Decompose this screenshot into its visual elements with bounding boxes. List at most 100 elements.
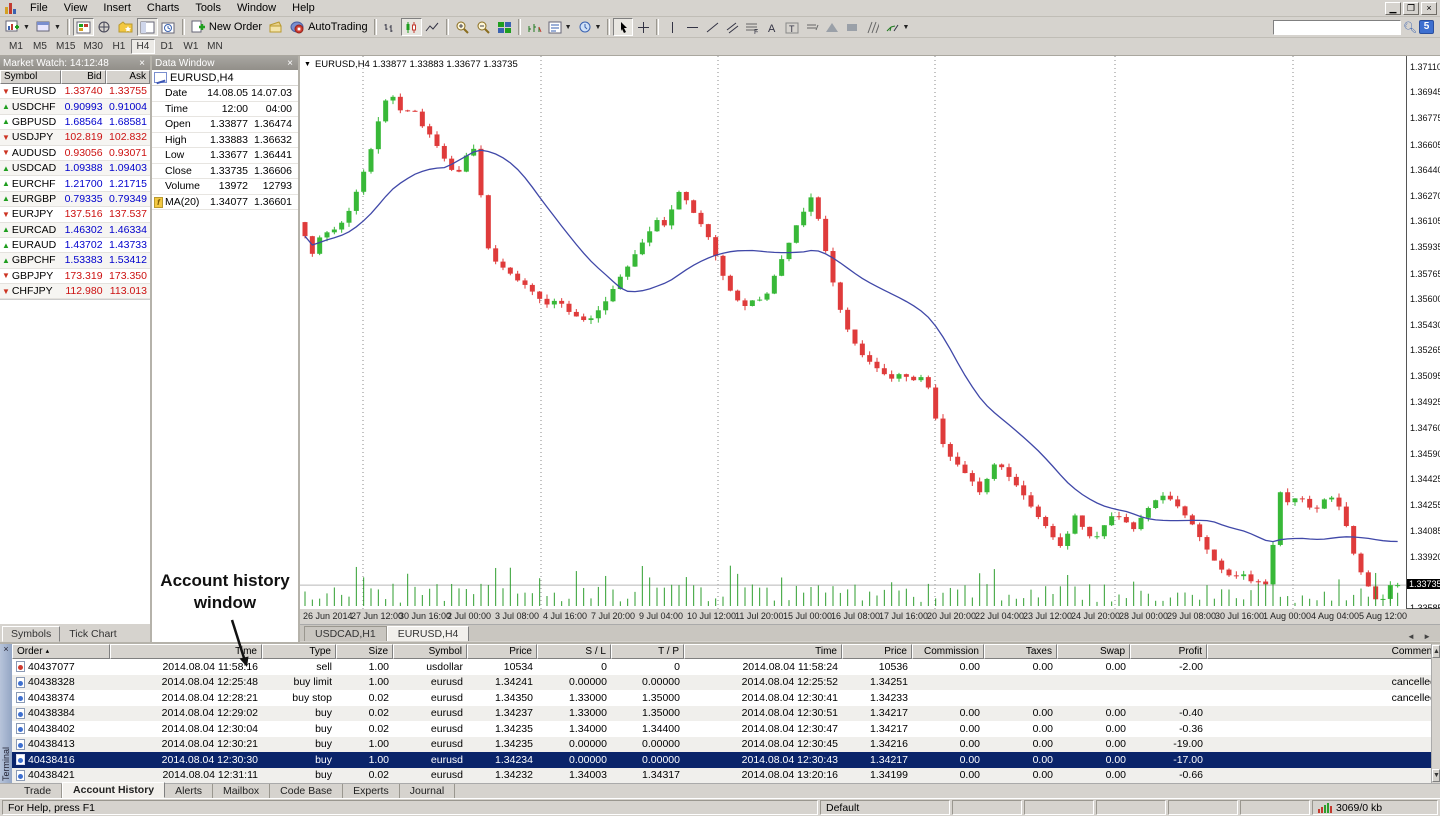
market-watch-row[interactable]: EURUSD 1.33740 1.33755	[0, 84, 150, 99]
mql-wallet-button[interactable]	[265, 18, 287, 36]
trendline-tool[interactable]	[702, 18, 722, 36]
close-icon[interactable]: ×	[3, 644, 8, 656]
terminal-tab[interactable]: Alerts	[165, 784, 213, 799]
search-icon[interactable]: 🔍︎	[1403, 21, 1417, 34]
market-watch-row[interactable]: EURCAD 1.46302 1.46334	[0, 223, 150, 238]
text-tool[interactable]: A	[762, 18, 782, 36]
terminal-column-header[interactable]: Type	[262, 644, 336, 659]
shape-rect-tool[interactable]	[842, 18, 862, 36]
bar-chart-button[interactable]	[380, 18, 401, 36]
terminal-column-header[interactable]: T / P	[611, 644, 684, 659]
terminal-column-header[interactable]: Comment	[1207, 644, 1440, 659]
terminal-scrollbar[interactable]: ▲ ▼	[1431, 644, 1440, 783]
fibonacci-tool[interactable]: F	[742, 18, 762, 36]
order-row[interactable]: 40438374 2014.08.04 12:28:21 buy stop 0.…	[12, 690, 1440, 706]
mql5-community-icon[interactable]: 5	[1419, 20, 1434, 34]
terminal-column-header[interactable]: Order ▴	[12, 644, 110, 659]
market-watch-row[interactable]: GBPJPY 173.319 173.350	[0, 269, 150, 284]
history-center-button[interactable]	[158, 18, 179, 36]
terminal-column-header[interactable]: Symbol	[393, 644, 467, 659]
chart-area[interactable]: 1.33735 1.371101.369451.367751.366051.36…	[300, 56, 1440, 609]
market-watch-row[interactable]: EURCHF 1.21700 1.21715	[0, 176, 150, 191]
market-watch-row[interactable]: USDCAD 1.09388 1.09403	[0, 161, 150, 176]
column-header-bid[interactable]: Bid	[61, 70, 105, 84]
order-row[interactable]: 40437077 2014.08.04 11:58:16 sell 1.00 u…	[12, 659, 1440, 675]
periods-button[interactable]: ▼	[545, 18, 575, 36]
price-axis[interactable]: 1.33735 1.371101.369451.367751.366051.36…	[1406, 56, 1440, 608]
market-watch-row[interactable]: EURAUD 1.43702 1.43733	[0, 238, 150, 253]
terminal-column-header[interactable]: Swap	[1057, 644, 1130, 659]
timeframe-button[interactable]: MN	[203, 39, 227, 54]
line-chart-button[interactable]	[422, 18, 443, 36]
search-input[interactable]	[1273, 20, 1401, 35]
menu-item[interactable]: Help	[284, 0, 323, 16]
indicators-button[interactable]	[524, 18, 545, 36]
market-watch-toggle[interactable]	[73, 18, 94, 36]
menu-item[interactable]: View	[56, 0, 96, 16]
timeframe-button[interactable]: M15	[52, 39, 79, 54]
menu-item[interactable]: Window	[229, 0, 284, 16]
favorites-button[interactable]	[115, 18, 137, 36]
market-watch-row[interactable]: USDCHF 0.90993 0.91004	[0, 99, 150, 114]
restore-button[interactable]: ❐	[1403, 2, 1419, 15]
market-watch-row[interactable]: EURGBP 0.79335 0.79349	[0, 192, 150, 207]
terminal-tab[interactable]: Mailbox	[213, 784, 270, 799]
timeframe-button[interactable]: H1	[107, 39, 131, 54]
market-watch-tab[interactable]: Tick Chart	[60, 626, 125, 642]
timeframe-button[interactable]: M30	[79, 39, 106, 54]
order-row[interactable]: 40438328 2014.08.04 12:25:48 buy limit 1…	[12, 675, 1440, 691]
profiles-button[interactable]: ▼	[33, 18, 64, 36]
order-row[interactable]: 40438402 2014.08.04 12:30:04 buy 0.02 eu…	[12, 721, 1440, 737]
market-watch-row[interactable]: EURJPY 137.516 137.537	[0, 207, 150, 222]
data-window-toggle[interactable]	[137, 18, 158, 36]
order-row[interactable]: 40438416 2014.08.04 12:30:30 buy 1.00 eu…	[12, 752, 1440, 768]
new-order-button[interactable]: New Order	[188, 18, 265, 36]
timeframe-button[interactable]: M1	[4, 39, 28, 54]
terminal-tab[interactable]: Journal	[400, 784, 455, 799]
terminal-column-header[interactable]: Price	[842, 644, 912, 659]
terminal-tab[interactable]: Experts	[343, 784, 400, 799]
chart-tab[interactable]: USDCAD,H1	[304, 626, 387, 641]
cycle-lines-tool[interactable]	[862, 18, 882, 36]
column-header-ask[interactable]: Ask	[106, 70, 150, 84]
terminal-column-header[interactable]: Price	[467, 644, 537, 659]
order-row[interactable]: 40438384 2014.08.04 12:29:02 buy 0.02 eu…	[12, 706, 1440, 722]
menu-item[interactable]: Insert	[95, 0, 139, 16]
tab-scroll-arrows[interactable]: ◄ ►	[1407, 632, 1440, 641]
timeframe-button[interactable]: W1	[179, 39, 203, 54]
market-watch-row[interactable]: USDJPY 102.819 102.832	[0, 130, 150, 145]
market-watch-row[interactable]: GBPUSD 1.68564 1.68581	[0, 115, 150, 130]
close-button[interactable]: ×	[1421, 2, 1437, 15]
menu-item[interactable]: Charts	[139, 0, 187, 16]
more-tools-button[interactable]: ▼	[882, 18, 912, 36]
arrows-tool[interactable]	[802, 18, 822, 36]
close-icon[interactable]: ×	[137, 58, 147, 69]
autotrading-button[interactable]: AutoTrading	[287, 18, 371, 36]
candlestick-button[interactable]	[401, 18, 422, 36]
terminal-column-header[interactable]: Profit	[1130, 644, 1207, 659]
terminal-column-header[interactable]: S / L	[537, 644, 611, 659]
tile-windows-button[interactable]	[494, 18, 515, 36]
terminal-column-header[interactable]: Size	[336, 644, 393, 659]
terminal-column-header[interactable]: Time	[684, 644, 842, 659]
market-watch-tab[interactable]: Symbols	[2, 626, 60, 642]
timeframe-button[interactable]: D1	[155, 39, 179, 54]
minimize-button[interactable]: ▁	[1385, 2, 1401, 15]
chevron-down-icon[interactable]: ▼	[304, 61, 311, 68]
shape-triangle-tool[interactable]	[822, 18, 842, 36]
timeframe-button[interactable]: H4	[131, 39, 155, 54]
new-chart-button[interactable]: ▼	[2, 18, 33, 36]
scroll-up-icon[interactable]: ▲	[1432, 645, 1440, 658]
zoom-out-button[interactable]	[473, 18, 494, 36]
order-row[interactable]: 40438421 2014.08.04 12:31:11 buy 0.02 eu…	[12, 768, 1440, 784]
terminal-tab[interactable]: Trade	[14, 784, 62, 799]
column-header-symbol[interactable]: Symbol	[0, 70, 61, 84]
terminal-column-header[interactable]: Time	[110, 644, 262, 659]
templates-button[interactable]: ▼	[575, 18, 605, 36]
terminal-tab[interactable]: Code Base	[270, 784, 343, 799]
candlestick-chart[interactable]	[300, 56, 1406, 609]
crosshair-tool[interactable]	[633, 18, 653, 36]
time-axis[interactable]: 26 Jun 201427 Jun 12:0030 Jun 16:002 Jul…	[300, 609, 1440, 624]
terminal-column-header[interactable]: Commission	[912, 644, 984, 659]
timeframe-button[interactable]: M5	[28, 39, 52, 54]
